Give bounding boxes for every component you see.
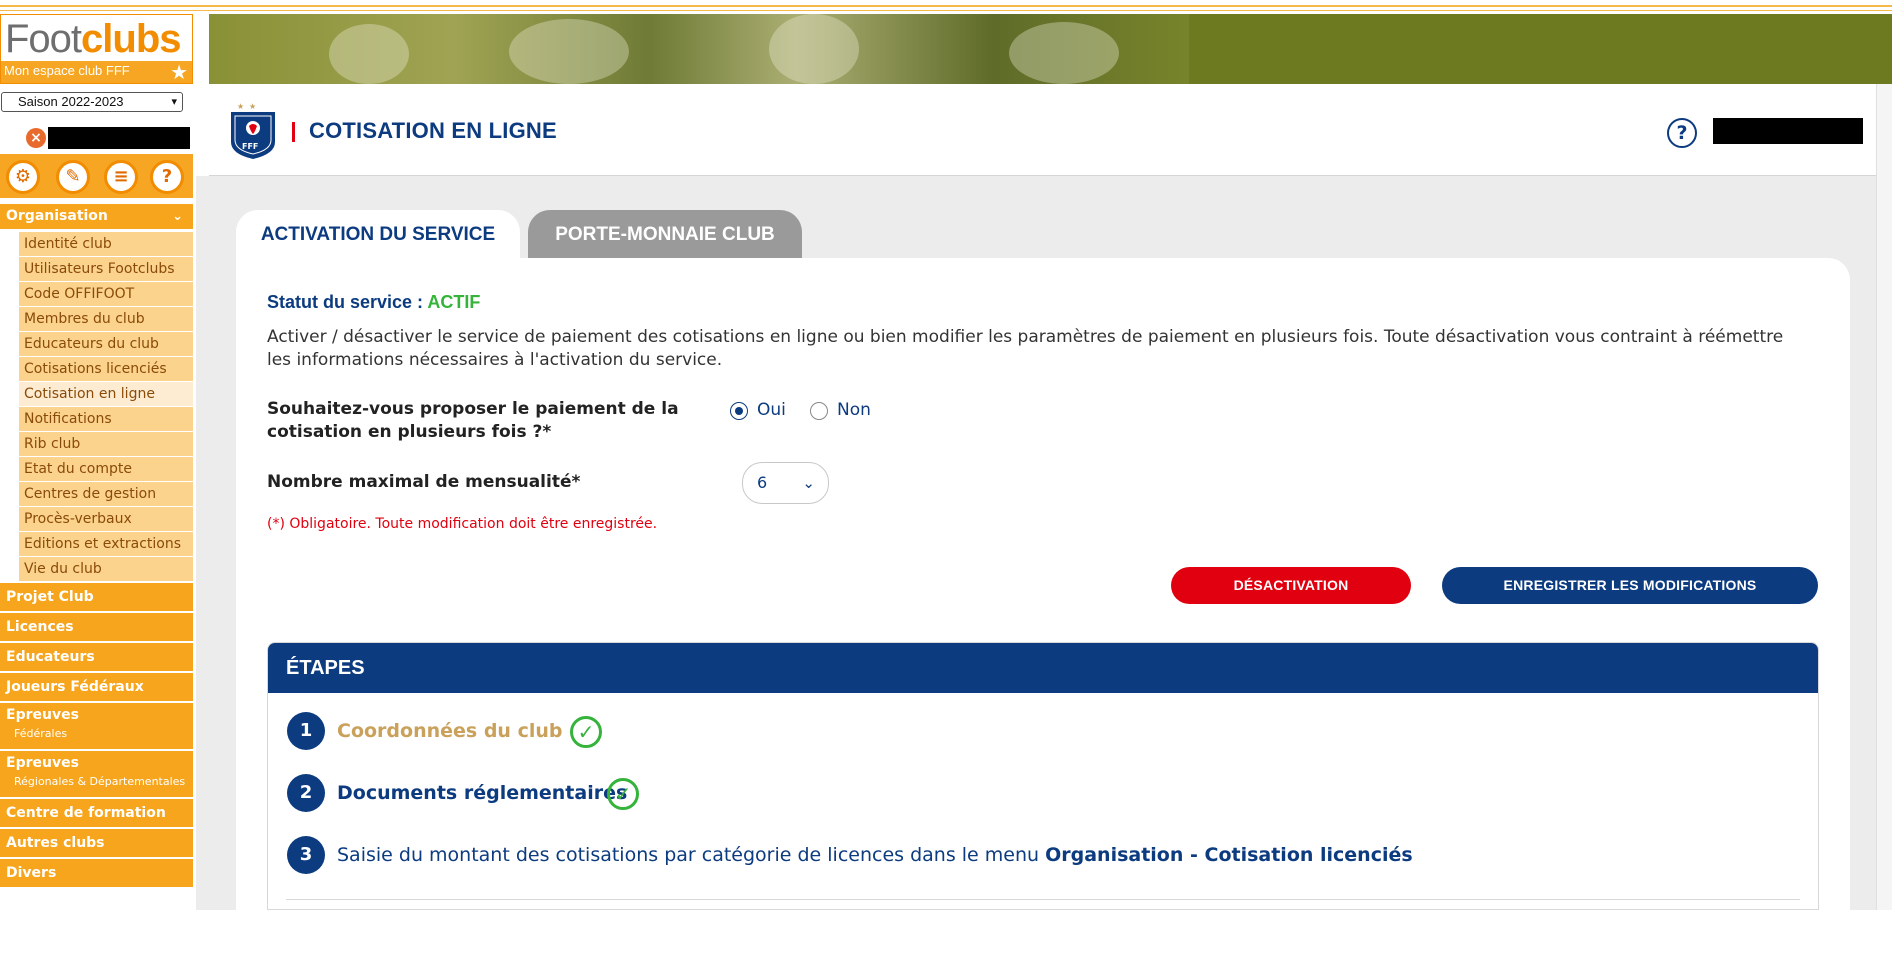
service-description: Activer / désactiver le service de paiem…	[267, 327, 1784, 370]
help-icon[interactable]: ?	[1667, 118, 1697, 148]
close-icon[interactable]: ×	[26, 128, 46, 148]
submenu-membres[interactable]: Membres du club	[19, 306, 193, 331]
deactivate-button[interactable]: DÉSACTIVATION	[1171, 567, 1411, 604]
menu-organisation[interactable]: Organisation ⌄	[0, 204, 193, 229]
footclubs-logo[interactable]: Footclubs Mon espace club FFF ★	[0, 14, 193, 84]
submenu-code-offifoot[interactable]: Code OFFIFOOT	[19, 281, 193, 306]
header-banner-image	[209, 14, 1892, 84]
step-3-text: Saisie du montant des cotisations par ca…	[337, 844, 1046, 866]
save-changes-button[interactable]: ENREGISTRER LES MODIFICATIONS	[1442, 567, 1818, 604]
step-label[interactable]: Documents réglementaires	[337, 782, 627, 804]
step-label[interactable]: Coordonnées du club	[337, 720, 562, 742]
sidebar-toolbar: ⚙ ✎ ≡ ?	[0, 154, 193, 198]
step-item: 3 Saisie du montant des cotisations par …	[287, 836, 1687, 876]
menu-epreuves-federales[interactable]: Epreuves Fédérales	[0, 703, 193, 749]
service-status: Statut du service : ACTIF	[267, 292, 480, 313]
tab-porte-monnaie-club[interactable]: PORTE-MONNAIE CLUB	[528, 210, 802, 258]
steps-panel: ÉTAPES 1 Coordonnées du club ✓ 2 Documen…	[267, 642, 1819, 910]
help-icon[interactable]: ?	[150, 160, 184, 194]
season-value: Saison 2022-2023	[18, 94, 124, 109]
sidebar: Footclubs Mon espace club FFF ★ Saison 20…	[0, 14, 196, 910]
submenu-rib-club[interactable]: Rib club	[19, 431, 193, 456]
logo-foot-text: Foot	[5, 17, 82, 61]
submenu-utilisateurs[interactable]: Utilisateurs Footclubs	[19, 256, 193, 281]
submenu-notifications[interactable]: Notifications	[19, 406, 193, 431]
step-item[interactable]: 2 Documents réglementaires ✓	[287, 774, 887, 814]
submenu-cotisations-licencies[interactable]: Cotisations licenciés	[19, 356, 193, 381]
svg-text:★: ★	[237, 102, 244, 111]
radio-non-label: Non	[837, 400, 871, 420]
check-circle-icon: ✓	[607, 778, 639, 810]
top-stripe	[0, 0, 1892, 14]
chevron-down-icon: ⌄	[172, 209, 183, 224]
submenu-editions[interactable]: Editions et extractions	[19, 531, 193, 556]
menu-divers[interactable]: Divers	[0, 859, 193, 887]
menu-epreuves-sub: Fédérales	[14, 727, 68, 740]
step-item[interactable]: 1 Coordonnées du club ✓	[287, 712, 887, 752]
radio-non[interactable]: Non	[810, 400, 890, 422]
season-select[interactable]: Saison 2022-2023 ▾	[1, 92, 183, 112]
menu-centre-formation[interactable]: Centre de formation	[0, 799, 193, 827]
menu-educateurs[interactable]: Educateurs	[0, 643, 193, 671]
menu-epreuves-label: Epreuves	[6, 755, 79, 771]
sidebar-menu: Organisation ⌄ Identité club Utilisateurs…	[0, 204, 193, 887]
star-icon: ★	[170, 60, 188, 84]
mandatory-note: (*) Obligatoire. Toute modification doit…	[267, 516, 658, 532]
step-3-menu-link[interactable]: Organisation - Cotisation licenciés	[1045, 844, 1413, 866]
logo-tagline: Mon espace club FFF	[4, 63, 130, 78]
menu-organisation-label: Organisation	[6, 208, 108, 224]
menu-joueurs-federaux[interactable]: Joueurs Fédéraux	[0, 673, 193, 701]
menu-epreuves-regionales[interactable]: Epreuves Régionales & Départementales	[0, 751, 193, 797]
list-icon[interactable]: ≡	[104, 160, 138, 194]
scrollbar[interactable]	[1876, 84, 1892, 910]
submenu-proces-verbaux[interactable]: Procès-verbaux	[19, 506, 193, 531]
submenu-identite-club[interactable]: Identité club	[19, 231, 193, 256]
submenu-vie-club[interactable]: Vie du club	[19, 556, 193, 581]
submenu-centres-gestion[interactable]: Centres de gestion	[19, 481, 193, 506]
radio-oui-label: Oui	[757, 400, 786, 420]
user-row: ×	[26, 127, 190, 149]
step-number: 1	[287, 712, 325, 750]
page-header: ★ ★ FFF COTISATION EN LIGNE ?	[209, 84, 1892, 176]
mensualite-value: 6	[757, 473, 768, 492]
fff-logo-icon: ★ ★ FFF	[231, 102, 275, 159]
chevron-down-icon: ⌄	[802, 474, 815, 492]
document-edit-icon[interactable]: ✎	[56, 160, 90, 194]
step-number: 3	[287, 836, 325, 874]
menu-autres-clubs[interactable]: Autres clubs	[0, 829, 193, 857]
submenu-educateurs[interactable]: Educateurs du club	[19, 331, 193, 356]
logo-clubs-text: clubs	[81, 17, 181, 61]
installment-question-label: Souhaitez-vous proposer le paiement de l…	[267, 399, 679, 442]
status-label: Statut du service :	[267, 292, 428, 312]
step-label: Saisie du montant des cotisations par ca…	[337, 844, 1413, 866]
radio-unchecked-icon	[810, 402, 828, 420]
settings-icon[interactable]: ⚙	[6, 160, 40, 194]
menu-epreuves-label: Epreuves	[6, 707, 79, 723]
radio-checked-icon	[730, 402, 748, 420]
menu-projet-club[interactable]: Projet Club	[0, 583, 193, 611]
page-title: COTISATION EN LIGNE	[309, 118, 557, 143]
menu-licences[interactable]: Licences	[0, 613, 193, 641]
submenu-etat-compte[interactable]: Etat du compte	[19, 456, 193, 481]
radio-oui[interactable]: Oui	[730, 400, 810, 422]
svg-text:★: ★	[249, 102, 256, 111]
step-number: 2	[287, 774, 325, 812]
menu-epreuves-sub: Régionales & Départementales	[14, 775, 186, 788]
mensualite-label: Nombre maximal de mensualité*	[267, 472, 581, 492]
mensualite-select[interactable]: 6 ⌄	[742, 462, 829, 504]
tab-activation-service[interactable]: ACTIVATION DU SERVICE	[236, 210, 520, 260]
redacted-user-info	[1713, 118, 1863, 144]
chevron-down-icon: ▾	[171, 96, 177, 108]
steps-title: ÉTAPES	[268, 643, 1818, 693]
status-badge: ACTIF	[427, 292, 481, 312]
check-circle-icon: ✓	[570, 716, 602, 748]
submenu-cotisation-en-ligne[interactable]: Cotisation en ligne	[19, 381, 193, 406]
svg-text:FFF: FFF	[242, 142, 258, 151]
redacted-username	[48, 127, 190, 149]
